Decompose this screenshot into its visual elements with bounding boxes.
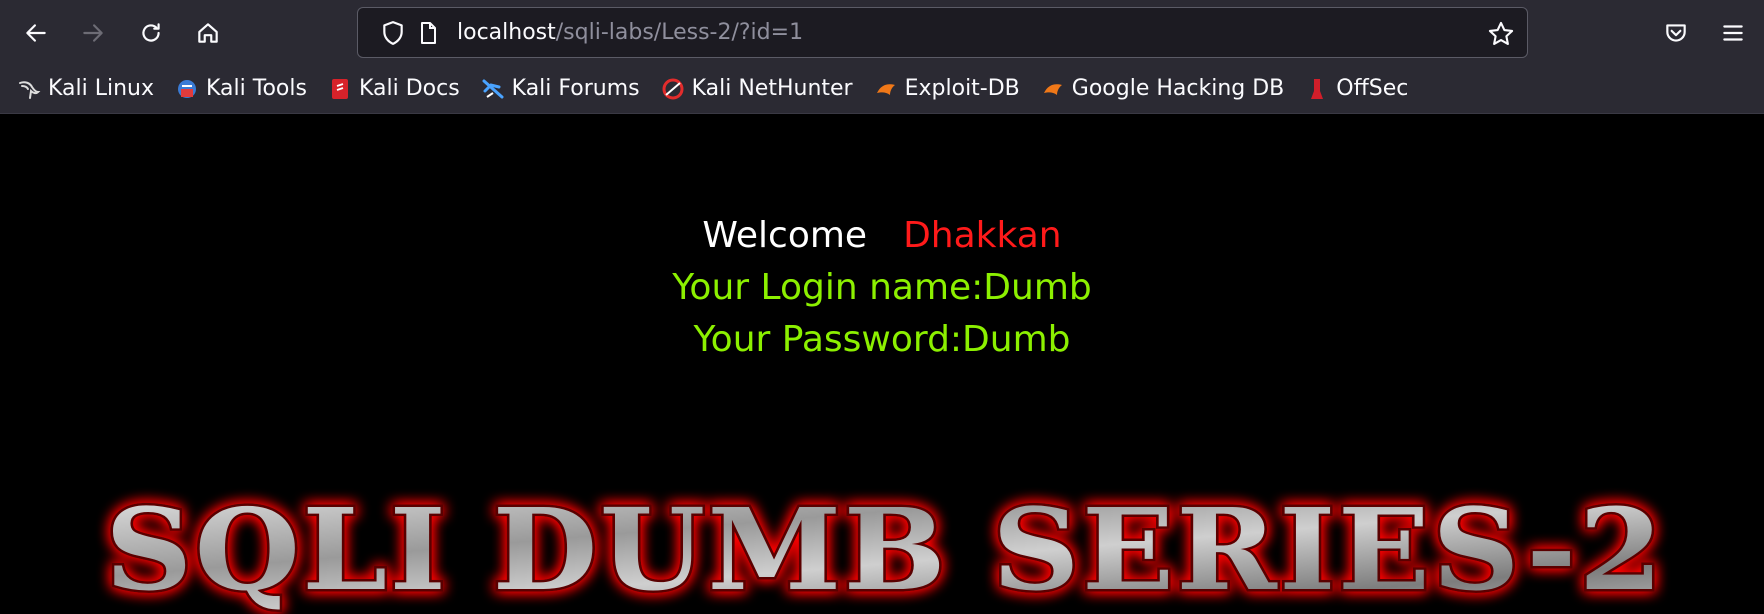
forward-button[interactable]	[73, 14, 113, 52]
exploit-db-icon	[873, 77, 899, 101]
bookmarks-toolbar: Kali Linux Kali Tools Kali Docs Kali For…	[0, 64, 1764, 114]
kali-dragon-icon	[16, 77, 42, 101]
reload-button[interactable]	[131, 14, 171, 52]
offsec-icon	[1304, 77, 1330, 101]
bookmark-kali-linux[interactable]: Kali Linux	[16, 69, 154, 109]
bookmark-label: Exploit-DB	[904, 76, 1020, 101]
login-name-text: Your Login name:Dumb	[672, 267, 1092, 308]
back-button[interactable]	[16, 14, 56, 52]
bookmark-label: Kali NetHunter	[691, 76, 853, 101]
url-text[interactable]: localhost/sqli-labs/Less-2/?id=1	[457, 20, 803, 46]
pocket-icon	[1666, 24, 1686, 42]
bookmark-label: Kali Docs	[358, 76, 460, 101]
reload-icon	[142, 23, 160, 42]
bookmark-kali-tools[interactable]: Kali Tools	[174, 69, 307, 109]
back-icon	[26, 24, 46, 42]
pocket-button[interactable]	[1656, 14, 1696, 52]
forward-icon	[83, 24, 103, 42]
bookmark-kali-docs[interactable]: Kali Docs	[327, 69, 460, 109]
sqli-banner-image: SQLI DUMB SERIES-2	[103, 483, 1666, 614]
home-button[interactable]	[188, 14, 228, 52]
kali-forums-icon	[480, 77, 506, 101]
bookmark-label: OffSec	[1336, 76, 1409, 101]
address-bar[interactable]: localhost/sqli-labs/Less-2/?id=1	[357, 7, 1528, 58]
banner-title: SQLI DUMB SERIES-2	[105, 485, 1665, 614]
url-host: localhost	[457, 20, 556, 45]
bookmark-label: Kali Linux	[48, 76, 155, 101]
kali-tools-icon	[174, 77, 200, 101]
menu-icon	[1723, 25, 1743, 41]
welcome-line: Welcome Dhakkan	[0, 214, 1764, 258]
bookmark-label: Kali Forums	[511, 76, 640, 101]
page-content: Welcome Dhakkan Your Login name:Dumb Your…	[0, 114, 1764, 614]
bookmark-kali-nethunter[interactable]: Kali NetHunter	[660, 69, 853, 109]
home-icon	[198, 23, 218, 43]
menu-button[interactable]	[1713, 14, 1753, 52]
welcome-text: Welcome	[702, 215, 868, 256]
page-icon[interactable]	[416, 21, 440, 45]
bookmark-exploit-db[interactable]: Exploit-DB	[873, 69, 1020, 109]
browser-toolbar: localhost/sqli-labs/Less-2/?id=1	[0, 0, 1764, 64]
bookmark-offsec[interactable]: OffSec	[1304, 69, 1408, 109]
bookmark-label: Google Hacking DB	[1071, 76, 1285, 101]
ghdb-icon	[1040, 77, 1066, 101]
bookmark-google-hacking-db[interactable]: Google Hacking DB	[1040, 69, 1284, 109]
shield-icon[interactable]	[380, 20, 406, 46]
password-text: Your Password:Dumb	[693, 319, 1071, 360]
url-path: /sqli-labs/Less-2/?id=1	[555, 20, 804, 45]
nethunter-icon	[660, 77, 686, 101]
bookmark-label: Kali Tools	[206, 76, 307, 101]
bookmark-kali-forums[interactable]: Kali Forums	[480, 69, 640, 109]
user-name: Dhakkan	[903, 215, 1062, 256]
kali-docs-icon	[327, 77, 353, 101]
star-icon[interactable]	[1487, 20, 1515, 48]
